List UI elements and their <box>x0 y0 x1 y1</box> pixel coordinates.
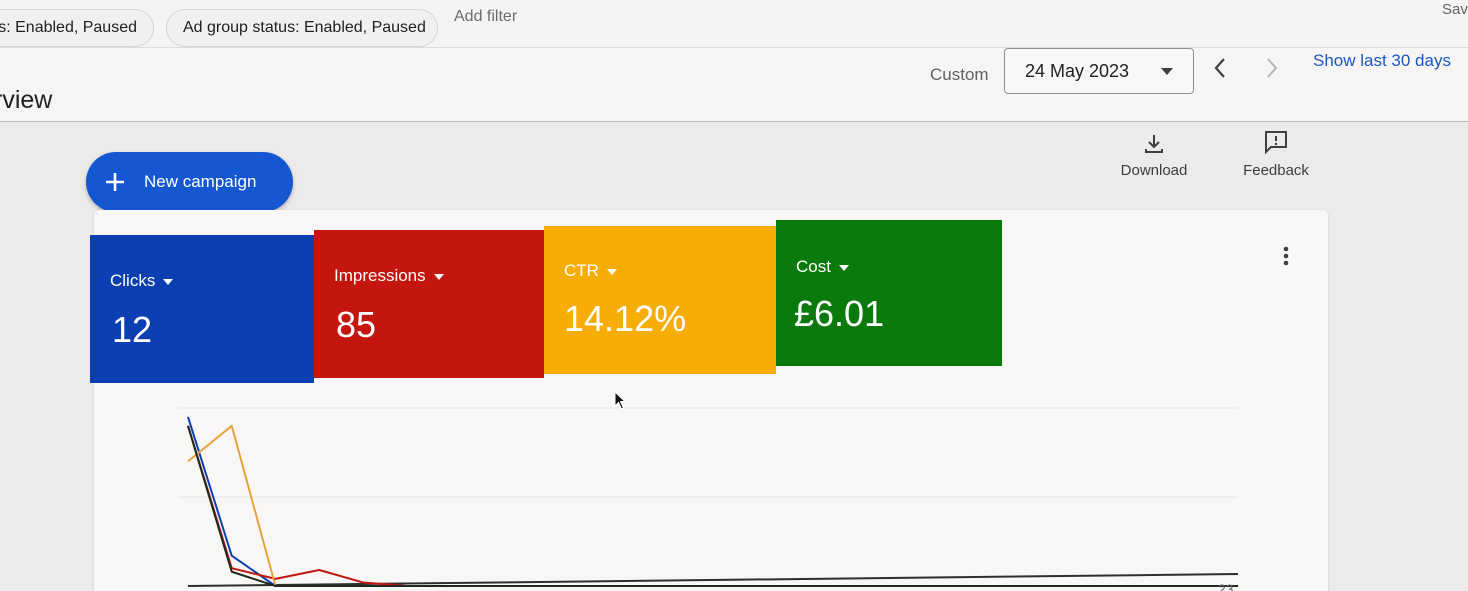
more-options-button[interactable] <box>1276 244 1296 268</box>
metric-cost-label-text: Cost <box>796 257 831 276</box>
metric-ctr-label-text: CTR <box>564 261 599 280</box>
chart-series-line-2 <box>187 425 1238 587</box>
metric-impressions-label-text: Impressions <box>334 266 426 285</box>
filter-bar: us: Enabled, Paused Ad group status: Ena… <box>0 0 1468 48</box>
show-last-30-days-link[interactable]: Show last 30 days <box>1313 51 1451 71</box>
metric-impressions-tile[interactable]: Impressions 85 <box>314 230 544 378</box>
next-period-button[interactable] <box>1260 54 1284 82</box>
new-campaign-button[interactable]: New campaign <box>86 152 293 212</box>
campaign-status-filter-chip[interactable]: us: Enabled, Paused <box>0 9 154 47</box>
new-campaign-label: New campaign <box>144 172 257 191</box>
feedback-icon <box>1265 131 1287 155</box>
metric-ctr-tile[interactable]: CTR 14.12% <box>544 226 776 374</box>
date-range-type-label: Custom <box>930 65 989 84</box>
save-button[interactable]: Sav <box>1442 1 1468 18</box>
chart-baseline <box>187 573 1239 587</box>
chart-series-line-4 <box>187 425 1238 587</box>
chevron-down-icon <box>1161 68 1173 75</box>
metric-clicks-value: 12 <box>112 309 153 350</box>
download-label: Download <box>1120 162 1188 179</box>
performance-line-chart: 23 <box>178 407 1239 591</box>
metric-impressions-label: Impressions <box>334 266 444 286</box>
chart-series <box>187 416 1238 587</box>
previous-period-button[interactable] <box>1208 54 1232 82</box>
chevron-right-icon <box>1267 58 1278 78</box>
date-range-value: 24 May 2023 <box>1025 61 1130 81</box>
metric-cost-tile[interactable]: Cost £6.01 <box>776 220 1002 366</box>
metric-ctr-label: CTR <box>564 261 617 281</box>
add-filter-button[interactable]: Add filter <box>454 8 517 26</box>
metric-clicks-label-text: Clicks <box>110 271 156 290</box>
chart-x-ticks: 23 <box>1218 581 1234 591</box>
more-vert-icon <box>1283 246 1289 266</box>
feedback-button[interactable]: Feedback <box>1221 128 1331 179</box>
metric-impressions-value: 85 <box>336 304 377 345</box>
page-title: rview <box>0 86 53 114</box>
chart-grid <box>178 407 1239 587</box>
metric-cost-label: Cost <box>796 257 849 277</box>
page-header: rview Custom 24 May 2023 Show last 30 da… <box>0 48 1468 122</box>
metric-clicks-label: Clicks <box>110 271 174 291</box>
caret-down-icon <box>838 264 849 271</box>
download-icon <box>1145 135 1163 153</box>
feedback-label: Feedback <box>1243 162 1309 179</box>
ad-group-status-filter-chip[interactable]: Ad group status: Enabled, Paused <box>166 9 438 47</box>
metric-clicks-tile[interactable]: Clicks 12 <box>90 235 314 383</box>
caret-down-icon <box>433 273 444 280</box>
plus-icon <box>106 173 124 191</box>
mouse-cursor-icon <box>614 391 627 410</box>
chart-series-line-1 <box>187 416 1238 587</box>
date-range-select[interactable]: 24 May 2023 <box>1004 48 1194 94</box>
metric-cost-value: £6.01 <box>794 293 885 334</box>
caret-down-icon <box>163 278 174 285</box>
chevron-left-icon <box>1214 58 1225 78</box>
caret-down-icon <box>606 268 617 275</box>
metric-ctr-value: 14.12% <box>564 298 687 339</box>
download-button[interactable]: Download <box>1099 132 1209 179</box>
chart-x-tick-label: 23 <box>1218 581 1234 591</box>
chart-series-line-3 <box>187 424 1238 587</box>
